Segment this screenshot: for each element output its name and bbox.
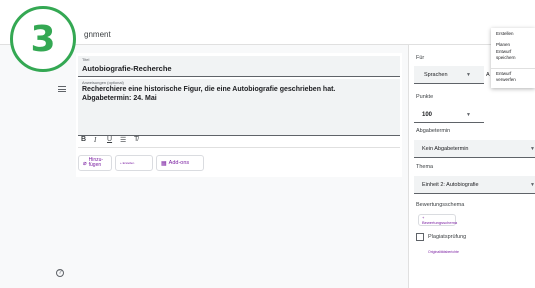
bold-button[interactable]: B [81, 136, 86, 143]
step-number: 3 [30, 18, 56, 60]
clear-format-button[interactable]: T̸ [134, 136, 138, 143]
paperclip-icon: ⌀ [83, 160, 87, 167]
add-rubric-button[interactable]: + Bewertungsschema [418, 214, 457, 226]
italic-button[interactable]: I [94, 136, 96, 144]
due-select[interactable]: Kein Abgabetermin ▼ [414, 140, 535, 158]
menu-item-discard-draft[interactable]: Entwurf verwerfen [496, 71, 516, 83]
add-attachment-button[interactable]: ⌀ Hinzu- fügen [78, 155, 112, 171]
points-underline [414, 122, 484, 123]
plagiarism-checkbox[interactable] [416, 233, 424, 241]
description-line-1: Recherchiere eine historische Figur, die… [82, 86, 336, 93]
class-select-value: Sprachen [424, 72, 448, 78]
addons-label: Add-ons [168, 160, 190, 166]
title-field[interactable]: Titel Autobiografie-Recherche [78, 56, 400, 77]
menu-divider [491, 68, 535, 69]
points-value[interactable]: 100 [422, 112, 432, 118]
card-divider [78, 147, 400, 148]
add-attachment-label: Hinzu- fügen [88, 157, 104, 168]
top-bar [0, 0, 535, 22]
topic-label: Thema [416, 164, 434, 170]
help-icon[interactable]: ? [56, 269, 64, 277]
step-number-badge: 3 [10, 6, 76, 72]
page-title: gnment [84, 30, 111, 39]
addons-button[interactable]: ▦ Add-ons [156, 155, 204, 171]
title-field-label: Titel [82, 57, 90, 62]
plagiarism-label: Plagiatsprüfung [428, 234, 467, 240]
create-button[interactable]: + Erstellen [115, 155, 153, 171]
list-button[interactable]: ☰ [120, 136, 126, 144]
students-select-value: A [486, 72, 490, 78]
grid-icon: ▦ [161, 160, 167, 167]
class-select[interactable]: Sprachen ▼ [414, 66, 484, 84]
due-select-value: Kein Abgabetermin [422, 146, 469, 152]
plagiarism-sublabel: Originalitätsberichte [428, 250, 459, 254]
create-label: + Erstellen [120, 161, 135, 165]
chevron-down-icon: ▼ [466, 72, 471, 78]
description-field-label: Anweisungen (optional) [82, 80, 124, 85]
menu-item-save-draft[interactable]: Entwurf speichern [496, 49, 516, 61]
menu-item-create[interactable]: Erstellen [496, 31, 514, 37]
description-icon [58, 86, 66, 92]
description-text: Recherchiere eine historische Figur, die… [82, 86, 335, 103]
topic-select-value: Einheit 2: Autobiografie [422, 182, 479, 188]
chevron-down-icon[interactable]: ▼ [466, 112, 471, 118]
rubric-label: Bewertungsschema [416, 202, 465, 208]
menu-item-schedule[interactable]: Planen [496, 42, 510, 48]
title-field-value: Autobiografie-Recherche [82, 64, 172, 73]
chevron-down-icon: ▼ [530, 182, 535, 188]
discard-draft-line2: verwerfen [496, 77, 516, 82]
description-line-2: Abgabetermin: 24. Mai [82, 94, 157, 102]
topic-select[interactable]: Einheit 2: Autobiografie ▼ [414, 176, 535, 194]
description-field[interactable]: Anweisungen (optional) Recherchiere eine… [78, 79, 400, 136]
underline-button[interactable]: U [107, 136, 112, 143]
points-label: Punkte [416, 94, 434, 100]
save-draft-line2: speichern [496, 55, 516, 60]
for-label: Für [416, 55, 425, 61]
assign-dropdown-menu: Erstellen Planen Entwurf speichern Entwu… [491, 28, 535, 88]
due-label: Abgabetermin [416, 128, 451, 134]
chevron-down-icon: ▼ [530, 146, 535, 152]
